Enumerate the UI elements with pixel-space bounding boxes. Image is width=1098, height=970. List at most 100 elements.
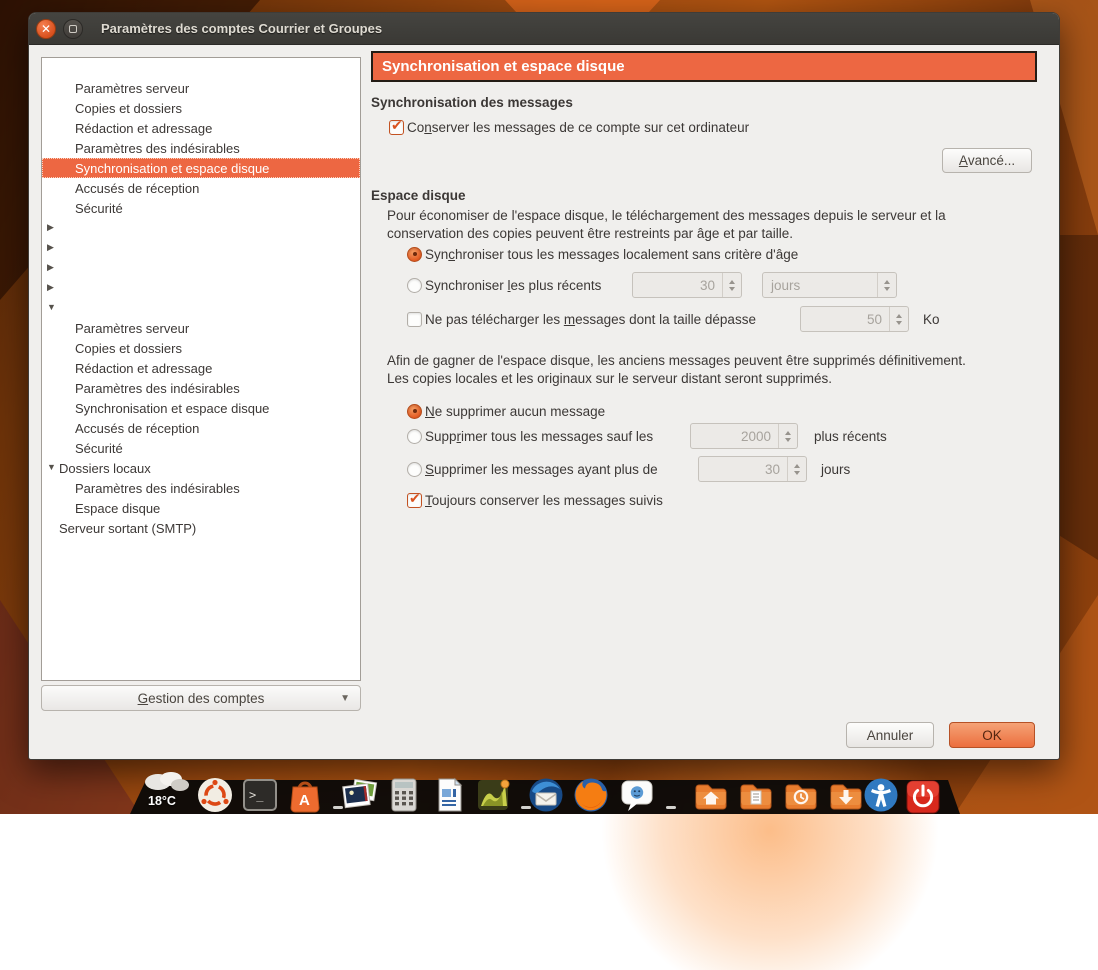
spin-up-icon[interactable] xyxy=(884,280,890,284)
spin-down-icon[interactable] xyxy=(785,438,791,442)
delete-option-2-field[interactable]: 2000 xyxy=(690,423,798,449)
sidebar-item-accuses-de-reception[interactable]: Accusés de réception xyxy=(42,418,360,438)
manage-accounts-button[interactable]: Gestion des comptes ▼ xyxy=(41,685,361,711)
titlebar[interactable]: ✕ Paramètres des comptes Courrier et Gro… xyxy=(29,13,1059,45)
libreoffice-writer-icon[interactable] xyxy=(430,776,468,814)
sidebar-item-serveur-sortant-smtp[interactable]: Serveur sortant (SMTP) xyxy=(42,518,360,538)
sidebar-item-account[interactable]: ▶ xyxy=(42,278,360,298)
photos-icon[interactable] xyxy=(340,776,378,814)
spinner-buttons[interactable] xyxy=(877,273,896,297)
delete-option-4-label[interactable]: Toujours conserver les messages suivis xyxy=(425,493,663,508)
delete-intro-text: Afin de gagner de l'espace disque, les a… xyxy=(387,352,1035,388)
spinner-buttons[interactable] xyxy=(787,457,806,481)
sidebar-item-copies-et-dossiers[interactable]: Copies et dossiers xyxy=(42,338,360,358)
sidebar-item-account[interactable]: ▼ xyxy=(42,298,360,318)
delete-option-1: Ne supprimer aucun message xyxy=(371,401,1037,421)
sidebar-item-label: Sécurité xyxy=(75,441,123,456)
weather-widget[interactable]: 18°C xyxy=(138,766,194,812)
sidebar-item-synchronisation-et-espace-disque[interactable]: Synchronisation et espace disque xyxy=(42,158,360,178)
disk-option-3: Ne pas télécharger les messages dont la … xyxy=(371,306,1037,332)
firefox-icon[interactable] xyxy=(572,776,610,814)
disk-option-3-field[interactable]: 50 xyxy=(800,306,909,332)
disk-option-2-field[interactable]: 30 xyxy=(632,272,742,298)
delete-option-3-label[interactable]: Supprimer les messages ayant plus de xyxy=(425,462,658,477)
disk-option-1: Synchroniser tous les messages localemen… xyxy=(371,244,1037,264)
spinner-buttons[interactable] xyxy=(778,424,797,448)
sidebar-item-account[interactable]: ▶ xyxy=(42,218,360,238)
radio-unchecked-icon[interactable] xyxy=(407,278,422,293)
disk-option-3-label[interactable]: Ne pas télécharger les messages dont la … xyxy=(425,312,756,327)
advanced-button[interactable]: Avancé... xyxy=(942,148,1032,173)
backup-folder-icon[interactable] xyxy=(782,776,820,814)
ubuntu-dash-icon[interactable] xyxy=(196,776,234,814)
radio-unchecked-icon[interactable] xyxy=(407,462,422,477)
radio-unchecked-icon[interactable] xyxy=(407,429,422,444)
calculator-icon[interactable] xyxy=(385,776,423,814)
delete-option-1-label[interactable]: Ne supprimer aucun message xyxy=(425,404,605,419)
home-folder-icon[interactable] xyxy=(692,776,730,814)
checkbox-checked-icon[interactable] xyxy=(407,493,422,508)
spin-up-icon[interactable] xyxy=(896,314,902,318)
keep-messages-checkbox-label[interactable]: Conserver les messages de ce compte sur … xyxy=(407,120,749,135)
spin-down-icon[interactable] xyxy=(729,287,735,291)
sidebar-item-parametres-serveur[interactable]: Paramètres serveur xyxy=(42,318,360,338)
twisty-collapsed-icon[interactable]: ▶ xyxy=(47,282,59,293)
gimp-icon[interactable] xyxy=(475,776,513,814)
sidebar-item-parametres-des-indesirables[interactable]: Paramètres des indésirables xyxy=(42,478,360,498)
sidebar-item-parametres-serveur[interactable]: Paramètres serveur xyxy=(42,78,360,98)
downloads-folder-icon[interactable] xyxy=(827,776,865,814)
twisty-collapsed-icon[interactable]: ▶ xyxy=(47,262,59,273)
ok-button[interactable]: OK xyxy=(949,722,1035,748)
sidebar-item-label: Dossiers locaux xyxy=(59,461,151,476)
disk-option-2-select[interactable]: jours xyxy=(762,272,897,298)
sidebar-item-parametres-des-indesirables[interactable]: Paramètres des indésirables xyxy=(42,138,360,158)
sidebar-item-securite[interactable]: Sécurité xyxy=(42,198,360,218)
software-center-icon[interactable]: A xyxy=(286,776,324,814)
disk-option-2-field-value: 30 xyxy=(633,273,722,297)
spin-down-icon[interactable] xyxy=(884,287,890,291)
sidebar-item-account[interactable]: ▶ xyxy=(42,258,360,278)
spin-up-icon[interactable] xyxy=(785,431,791,435)
spin-down-icon[interactable] xyxy=(896,321,902,325)
sidebar-item-account[interactable]: ▶ xyxy=(42,238,360,258)
sidebar-item-synchronisation-et-espace-disque[interactable]: Synchronisation et espace disque xyxy=(42,398,360,418)
sidebar-item-accuses-de-reception[interactable]: Accusés de réception xyxy=(42,178,360,198)
manage-accounts-label: Gestion des comptes xyxy=(138,691,265,706)
delete-option-3-field[interactable]: 30 xyxy=(698,456,807,482)
sidebar-item-dossiers-locaux[interactable]: ▼Dossiers locaux xyxy=(42,458,360,478)
disk-option-1-label[interactable]: Synchroniser tous les messages localemen… xyxy=(425,247,798,262)
radio-checked-icon[interactable] xyxy=(407,404,422,419)
sidebar-item-redaction-et-adressage[interactable]: Rédaction et adressage xyxy=(42,358,360,378)
checkbox-checked-icon[interactable] xyxy=(389,120,404,135)
account-tree[interactable]: Paramètres serveurCopies et dossiersRéda… xyxy=(41,57,361,681)
radio-checked-icon[interactable] xyxy=(407,247,422,262)
sidebar-item-redaction-et-adressage[interactable]: Rédaction et adressage xyxy=(42,118,360,138)
twisty-expanded-icon[interactable]: ▼ xyxy=(47,462,59,472)
power-icon[interactable] xyxy=(905,779,943,817)
disk-option-2-label[interactable]: Synchroniser les plus récents xyxy=(425,278,601,293)
maximize-button[interactable] xyxy=(63,19,83,39)
twisty-expanded-icon[interactable]: ▼ xyxy=(47,302,59,312)
spin-up-icon[interactable] xyxy=(794,464,800,468)
sidebar-item-copies-et-dossiers[interactable]: Copies et dossiers xyxy=(42,98,360,118)
spin-up-icon[interactable] xyxy=(729,280,735,284)
delete-option-2-label[interactable]: Supprimer tous les messages sauf les xyxy=(425,429,653,444)
close-button[interactable]: ✕ xyxy=(36,19,56,39)
terminal-icon[interactable]: >_ xyxy=(241,776,279,814)
sidebar-item-account[interactable] xyxy=(42,58,360,78)
messenger-icon[interactable] xyxy=(618,776,656,814)
spinner-buttons[interactable] xyxy=(889,307,908,331)
checkbox-unchecked-icon[interactable] xyxy=(407,312,422,327)
twisty-collapsed-icon[interactable]: ▶ xyxy=(47,242,59,253)
launcher-dock: 18°C >_A xyxy=(130,780,960,814)
spin-down-icon[interactable] xyxy=(794,471,800,475)
thunderbird-icon[interactable] xyxy=(527,776,565,814)
accessibility-icon[interactable] xyxy=(862,776,900,814)
documents-folder-icon[interactable] xyxy=(737,776,775,814)
sidebar-item-securite[interactable]: Sécurité xyxy=(42,438,360,458)
sidebar-item-espace-disque[interactable]: Espace disque xyxy=(42,498,360,518)
spinner-buttons[interactable] xyxy=(722,273,741,297)
cancel-button[interactable]: Annuler xyxy=(846,722,934,748)
sidebar-item-parametres-des-indesirables[interactable]: Paramètres des indésirables xyxy=(42,378,360,398)
twisty-collapsed-icon[interactable]: ▶ xyxy=(47,222,59,233)
